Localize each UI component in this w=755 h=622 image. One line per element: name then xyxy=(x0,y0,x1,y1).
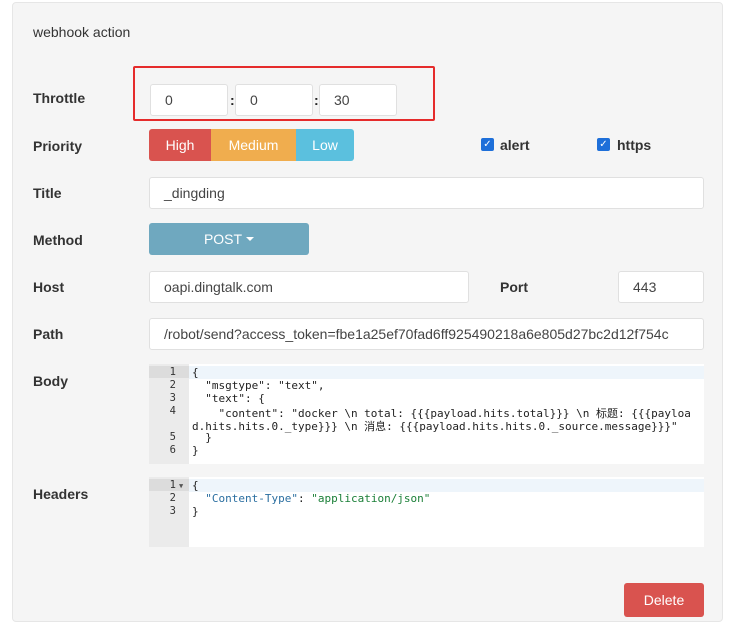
code-line: } xyxy=(192,505,199,518)
code-line: "Content-Type": "application/json" xyxy=(192,492,430,505)
delete-button[interactable]: Delete xyxy=(624,583,704,617)
line-number: 6 xyxy=(169,444,176,456)
priority-medium-button[interactable]: Medium xyxy=(211,129,296,161)
line-number: 4 xyxy=(169,405,176,417)
method-dropdown[interactable]: POST xyxy=(149,223,309,255)
check-icon: ✓ xyxy=(599,139,608,150)
method-label: Method xyxy=(33,232,83,248)
method-value: POST xyxy=(203,231,243,247)
host-input[interactable]: oapi.dingtalk.com xyxy=(149,271,469,303)
code-line: "text": { xyxy=(192,392,265,405)
line-number: 2 xyxy=(169,492,176,504)
code-line: } xyxy=(192,444,199,457)
throttle-label: Throttle xyxy=(33,90,86,106)
title-label: Title xyxy=(33,185,62,201)
priority-high-button[interactable]: High xyxy=(149,129,211,161)
caret-down-icon xyxy=(246,237,255,241)
webhook-action-panel: webhook action Throttle 0 : 0 : 30 Prior… xyxy=(12,2,723,622)
code-key: "Content-Type" xyxy=(205,492,298,505)
line-number: 3 xyxy=(169,392,176,404)
code-sep: : xyxy=(297,492,312,505)
https-checkbox[interactable]: ✓ xyxy=(597,138,610,151)
check-icon: ✓ xyxy=(483,139,492,150)
title-input[interactable]: _dingding xyxy=(149,177,704,209)
headers-code-editor[interactable]: 1 ▼ 2 3 { "Content-Type": "application/j… xyxy=(149,477,704,547)
throttle-separator: : xyxy=(230,92,235,108)
line-number: 5 xyxy=(169,431,176,443)
body-label: Body xyxy=(33,373,68,389)
line-number: 2 xyxy=(169,379,176,391)
https-label: https xyxy=(617,137,652,153)
body-code-editor[interactable]: 1 2 3 4 5 6 { "msgtype": "text", "text":… xyxy=(149,364,704,464)
code-line: d.hits.hits.0._type}}} \n 消息: {{{payload… xyxy=(192,420,678,433)
throttle-separator: : xyxy=(314,92,319,108)
priority-label: Priority xyxy=(33,138,83,154)
panel-title: webhook action xyxy=(33,24,131,40)
path-input[interactable]: /robot/send?access_token=fbe1a25ef70fad6… xyxy=(149,318,704,350)
alert-checkbox[interactable]: ✓ xyxy=(481,138,494,151)
path-label: Path xyxy=(33,326,64,342)
alert-label: alert xyxy=(500,137,530,153)
chevron-down-icon[interactable]: ▼ xyxy=(179,482,183,490)
code-line: "msgtype": "text", xyxy=(192,379,325,392)
priority-low-button[interactable]: Low xyxy=(296,129,354,161)
code-line: } xyxy=(192,431,212,444)
headers-label: Headers xyxy=(33,486,89,502)
throttle-minutes-input[interactable]: 0 xyxy=(235,84,313,116)
code-value: "application/json" xyxy=(311,492,431,505)
throttle-hours-input[interactable]: 0 xyxy=(150,84,228,116)
line-number: 1 xyxy=(149,366,189,378)
throttle-seconds-input[interactable]: 30 xyxy=(319,84,397,116)
code-line: { xyxy=(189,479,704,492)
line-number: 3 xyxy=(169,505,176,517)
port-input[interactable]: 443 xyxy=(618,271,704,303)
port-label: Port xyxy=(500,279,528,295)
code-line: { xyxy=(189,366,704,379)
host-label: Host xyxy=(33,279,65,295)
